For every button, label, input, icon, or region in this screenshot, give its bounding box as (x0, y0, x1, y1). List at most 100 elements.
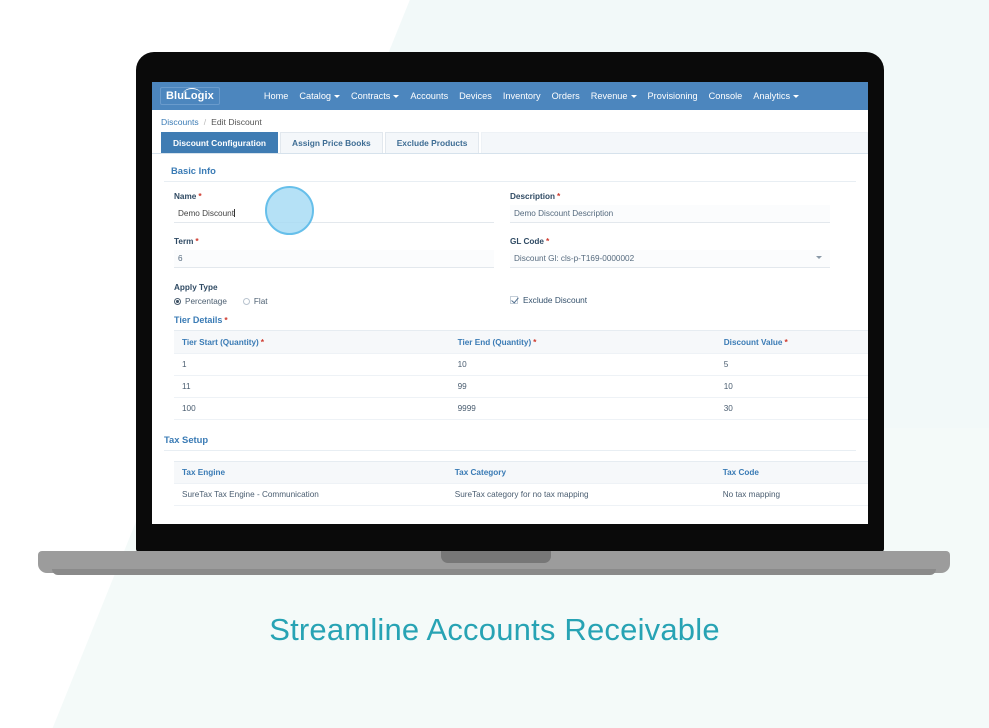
nav-item-console[interactable]: Console (709, 91, 743, 101)
header-text: Discount Value (723, 338, 783, 347)
app-navbar: BluLogix Home Catalog Contracts Accounts (152, 82, 868, 110)
label-gl-code: GL Code * (510, 236, 830, 246)
table-row[interactable]: 1 10 5 (174, 354, 868, 376)
radio-label: Flat (253, 297, 268, 306)
chevron-down-icon (393, 94, 400, 98)
apply-type-group: Apply Type Percentage Flat (174, 283, 510, 306)
laptop-mockup: BluLogix Home Catalog Contracts Accounts (0, 0, 989, 590)
page-caption: Streamline Accounts Receivable (269, 612, 720, 647)
field-gl-code: GL Code * Discount Gl: cls-p-T169-0000002 (510, 236, 830, 268)
label-text: Description (510, 192, 556, 201)
cell-discount-value: 5 (723, 360, 729, 369)
cell-discount-value: 30 (723, 404, 733, 413)
tier-details-table: Tier Start (Quantity) * Tier End (Quantit… (174, 330, 868, 420)
nav-label: Provisioning (647, 91, 698, 101)
required-asterisk: * (557, 191, 561, 201)
table-row[interactable]: SureTax Tax Engine - Communication SureT… (174, 484, 868, 506)
nav-label: Inventory (502, 91, 541, 101)
column-header-tier-start: Tier Start (Quantity) * (174, 331, 450, 353)
navbar-items: Home Catalog Contracts Accounts Devices (264, 91, 800, 101)
chevron-down-icon[interactable] (816, 256, 822, 259)
nav-item-revenue[interactable]: Revenue (591, 91, 637, 101)
nav-item-provisioning[interactable]: Provisioning (648, 91, 698, 101)
section-title-basic-info: Basic Info (171, 165, 216, 176)
section-divider (164, 450, 856, 451)
nav-item-contracts[interactable]: Contracts (351, 91, 400, 101)
label-term: Term * (174, 236, 494, 246)
cell-discount-value: 10 (723, 382, 733, 391)
field-name: Name * Demo Discount (174, 191, 494, 223)
checkbox-label: Exclude Discount (523, 295, 588, 305)
section-title-tax-setup: Tax Setup (164, 434, 209, 445)
tab-assign-price-books[interactable]: Assign Price Books (280, 132, 383, 153)
exclude-discount-group: Exclude Discount (510, 283, 846, 306)
apply-type-radios: Percentage Flat (174, 297, 510, 306)
nav-item-orders[interactable]: Orders (552, 91, 580, 101)
cell-tier-end: 9999 (457, 404, 476, 413)
radio-dot-icon (242, 298, 250, 305)
field-term: Term * 6 (174, 236, 494, 268)
gl-code-select[interactable]: Discount Gl: cls-p-T169-0000002 (510, 250, 830, 268)
cell-tier-start: 11 (182, 382, 191, 391)
name-input[interactable]: Demo Discount (174, 205, 494, 223)
table-row[interactable]: 11 99 10 (174, 376, 868, 398)
form-column-right: Description * Demo Discount Description G… (510, 191, 846, 281)
cell-tax-category: SureTax category for no tax mapping (454, 490, 589, 499)
checkbox-exclude-discount[interactable]: Exclude Discount (510, 295, 587, 305)
cell-tier-start: 100 (182, 404, 196, 413)
table-row[interactable]: 100 9999 30 (174, 398, 868, 420)
label-text: Term (174, 237, 194, 246)
term-input[interactable]: 6 (174, 250, 494, 268)
radio-flat[interactable]: Flat (242, 297, 268, 306)
nav-item-home[interactable]: Home (264, 91, 289, 101)
label-description: Description * (510, 191, 830, 201)
tax-setup-table: Tax Engine Tax Category Tax Code SureTax… (174, 461, 868, 506)
label-apply-type: Apply Type (174, 283, 218, 292)
text-cursor (233, 209, 235, 217)
column-header-tax-code: Tax Code (722, 468, 759, 477)
column-header-tax-engine: Tax Engine (182, 468, 226, 477)
nav-label: Orders (551, 91, 580, 101)
breadcrumb-current: Edit Discount (211, 117, 262, 127)
apply-type-row: Apply Type Percentage Flat Exclude Disco… (152, 281, 868, 306)
nav-item-catalog[interactable]: Catalog (299, 91, 341, 101)
nav-item-accounts[interactable]: Accounts (410, 91, 448, 101)
cell-tier-start: 1 (182, 360, 187, 369)
nav-item-analytics[interactable]: Analytics (753, 91, 800, 101)
required-asterisk: * (224, 315, 228, 325)
nav-item-devices[interactable]: Devices (459, 91, 492, 101)
tab-bar: Discount Configuration Assign Price Book… (152, 132, 868, 154)
nav-item-inventory[interactable]: Inventory (503, 91, 541, 101)
cell-tax-engine: SureTax Tax Engine - Communication (182, 490, 319, 499)
discount-configuration-panel: Basic Info Name * Demo Discount Term * 6… (152, 154, 868, 506)
field-description: Description * Demo Discount Description (510, 191, 830, 223)
blulogix-logo[interactable]: BluLogix (160, 87, 220, 105)
nav-label: Revenue (590, 91, 628, 101)
required-asterisk: * (533, 337, 537, 347)
form-column-left: Name * Demo Discount Term * 6 (174, 191, 510, 281)
chevron-down-icon (630, 94, 637, 98)
gl-code-select-wrap: Discount Gl: cls-p-T169-0000002 (510, 250, 830, 268)
nav-label: Accounts (410, 91, 449, 101)
nav-label: Contracts (351, 91, 391, 101)
basic-info-form: Name * Demo Discount Term * 6 Descriptio… (152, 182, 868, 281)
header-text: Tier Start (Quantity) (182, 338, 259, 347)
cell-tier-end: 10 (457, 360, 467, 369)
breadcrumb-separator: / (203, 117, 207, 127)
description-input[interactable]: Demo Discount Description (510, 205, 830, 223)
chevron-down-icon (793, 94, 800, 98)
chevron-down-icon (334, 94, 341, 98)
label-text: Name (174, 192, 197, 201)
tab-discount-configuration[interactable]: Discount Configuration (161, 132, 279, 153)
radio-percentage[interactable]: Percentage (174, 297, 227, 306)
label-text: GL Code (510, 237, 544, 246)
table-header-row: Tier Start (Quantity) * Tier End (Quantit… (174, 331, 868, 354)
section-title-tier-details: Tier Details * (152, 306, 868, 330)
tab-exclude-products[interactable]: Exclude Products (384, 132, 480, 153)
click-indicator (265, 186, 314, 235)
required-asterisk: * (784, 337, 788, 347)
laptop-base-notch (441, 551, 551, 563)
breadcrumb-link-discounts[interactable]: Discounts (161, 117, 199, 127)
laptop-base-shadow (52, 569, 936, 575)
radio-label: Percentage (185, 297, 227, 306)
